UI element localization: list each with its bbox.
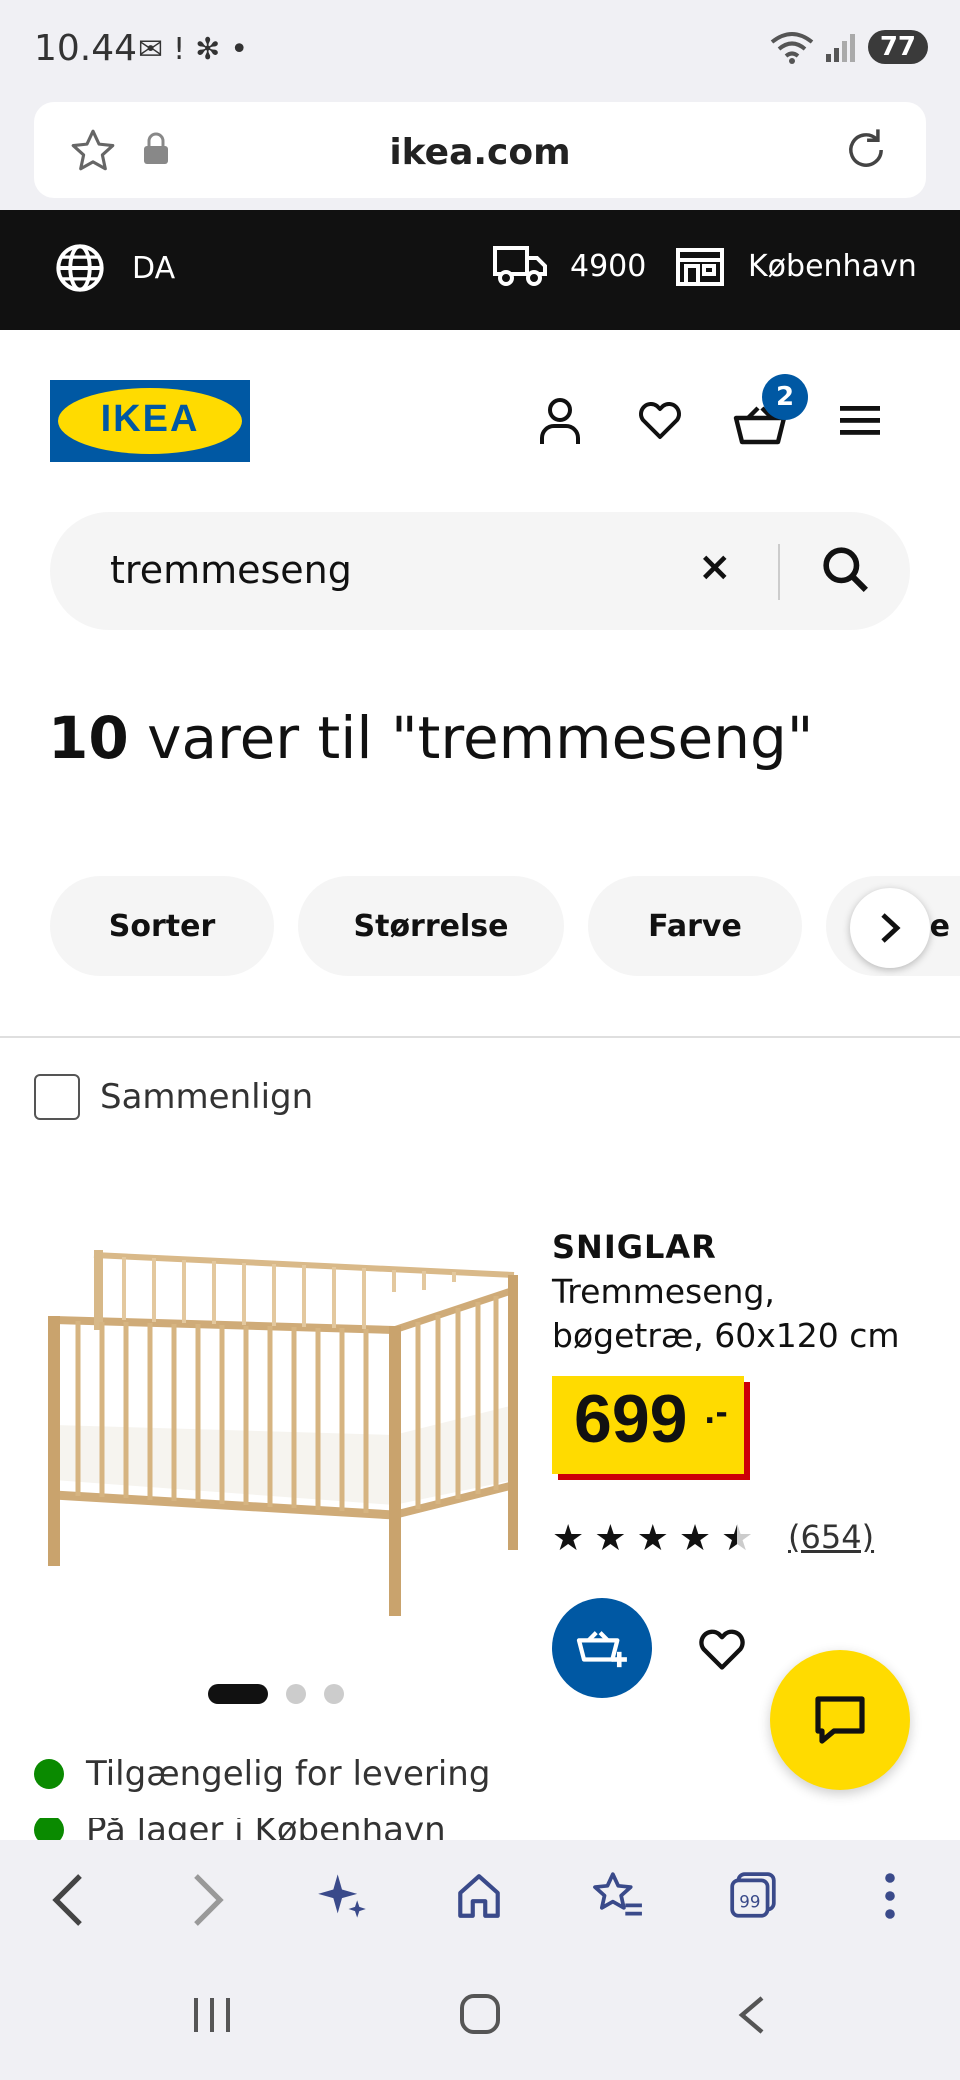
zip-label: 4900 [570, 248, 647, 284]
store-selector[interactable]: København [674, 244, 917, 288]
filter-size[interactable]: Størrelse [298, 876, 564, 976]
product-description[interactable]: Tremmeseng, bøgetræ, 60x120 cm [552, 1270, 912, 1358]
review-count-link[interactable]: (654) [788, 1518, 874, 1556]
compare-toggle[interactable]: Sammenlign [34, 1074, 313, 1120]
bookmarks-icon[interactable] [590, 1870, 644, 1922]
browser-toolbar: ikea.com [0, 100, 960, 210]
search-input[interactable]: tremmeseng [110, 548, 352, 592]
forward-icon[interactable] [188, 1870, 228, 1930]
ai-sparkle-icon[interactable] [316, 1870, 368, 1922]
availability-store: På lager i København [34, 1818, 446, 1842]
chat-icon [815, 1696, 865, 1744]
star-icon: ★ [594, 1518, 627, 1559]
carousel-dot-active[interactable] [208, 1684, 268, 1704]
signal-icon [825, 34, 855, 62]
add-to-cart-button[interactable] [552, 1598, 652, 1698]
availability-dot [34, 1818, 64, 1842]
search-icon[interactable] [818, 542, 874, 598]
add-to-favourites-heart-icon[interactable] [696, 1624, 748, 1672]
price-suffix: .- [704, 1396, 728, 1431]
status-time: 10.44 [34, 28, 138, 69]
availability-store-text: På lager i København [86, 1818, 446, 1842]
notification-icons: ✉!✻• [138, 32, 258, 67]
delivery-zip-selector[interactable]: 4900 [492, 244, 646, 288]
menu-icon[interactable] [838, 400, 882, 440]
mail-icon: ✉ [138, 32, 174, 67]
back-icon[interactable] [48, 1870, 88, 1930]
rating-stars: ★ ★ ★ ★ ★★ [552, 1518, 753, 1559]
svg-text:99: 99 [739, 1892, 760, 1911]
price-value: 699 [574, 1381, 688, 1457]
battery-indicator: 77 [867, 30, 928, 64]
tabs-icon[interactable]: 99 [728, 1870, 778, 1922]
language-label: DA [132, 250, 176, 286]
reload-icon[interactable] [840, 124, 892, 176]
alert-icon: ! [173, 32, 196, 67]
cart-count-badge: 2 [762, 374, 808, 420]
filter-sort[interactable]: Sorter [50, 876, 274, 976]
results-count: 10 [48, 704, 129, 772]
language-selector[interactable]: DA [54, 242, 175, 294]
filter-color[interactable]: Farve [588, 876, 802, 976]
status-right: 77 [770, 30, 928, 64]
search-bar: tremmeseng × [50, 512, 910, 630]
wifi-icon [770, 32, 814, 64]
carousel-dot[interactable] [286, 1684, 306, 1704]
url-text: ikea.com [389, 132, 571, 173]
address-bar[interactable]: ikea.com [34, 102, 926, 198]
search-divider [778, 544, 780, 600]
availability-delivery-text: Tilgængelig for levering [86, 1754, 491, 1794]
star-icon: ★ [552, 1518, 585, 1559]
logo-text: IKEA [100, 398, 200, 440]
product-image[interactable] [34, 1220, 524, 1640]
more-options-icon[interactable] [880, 1870, 900, 1922]
compare-checkbox[interactable] [34, 1074, 80, 1120]
home-nav-icon[interactable] [456, 1992, 504, 2038]
browser-bottom-bar: 99 [0, 1840, 960, 1960]
star-icon: ★ [636, 1518, 669, 1559]
clear-icon[interactable]: × [698, 544, 732, 590]
home-icon[interactable] [454, 1870, 504, 1922]
carousel-dot[interactable] [324, 1684, 344, 1704]
chat-button[interactable] [770, 1650, 910, 1790]
fan-icon: ✻ [195, 32, 231, 67]
truck-icon [493, 246, 547, 286]
divider [0, 1036, 960, 1038]
store-icon [676, 248, 724, 286]
user-icon[interactable] [536, 396, 584, 446]
results-heading: 10 varer til "tremmeseng" [48, 704, 813, 772]
back-nav-icon[interactable] [734, 1992, 770, 2038]
store-label: København [748, 248, 917, 284]
filter-chips: Sorter Størrelse Farve pe [0, 876, 960, 976]
dot-icon: • [230, 32, 259, 67]
recent-apps-icon[interactable] [190, 1992, 234, 2038]
half-star-icon: ★★ [721, 1518, 754, 1559]
ikea-logo[interactable]: IKEA [50, 380, 250, 462]
cart-add-icon [576, 1631, 627, 1668]
chevron-right-icon[interactable] [850, 888, 930, 968]
availability-dot [34, 1759, 64, 1789]
heart-icon[interactable] [636, 396, 684, 442]
compare-label: Sammenlign [100, 1077, 314, 1117]
star-icon: ★ [678, 1518, 712, 1559]
status-bar: 10.44 ✉!✻• 77 [0, 0, 960, 100]
image-carousel-dots [208, 1684, 344, 1704]
price-tag: 699 .- [552, 1376, 744, 1474]
system-nav-bar [0, 1960, 960, 2080]
results-text: varer til "tremmeseng" [128, 704, 814, 772]
product-name[interactable]: SNIGLAR [552, 1228, 717, 1266]
top-info-banner: DA 4900 København [0, 210, 960, 330]
availability-delivery: Tilgængelig for levering [34, 1754, 490, 1794]
globe-icon [56, 244, 104, 292]
